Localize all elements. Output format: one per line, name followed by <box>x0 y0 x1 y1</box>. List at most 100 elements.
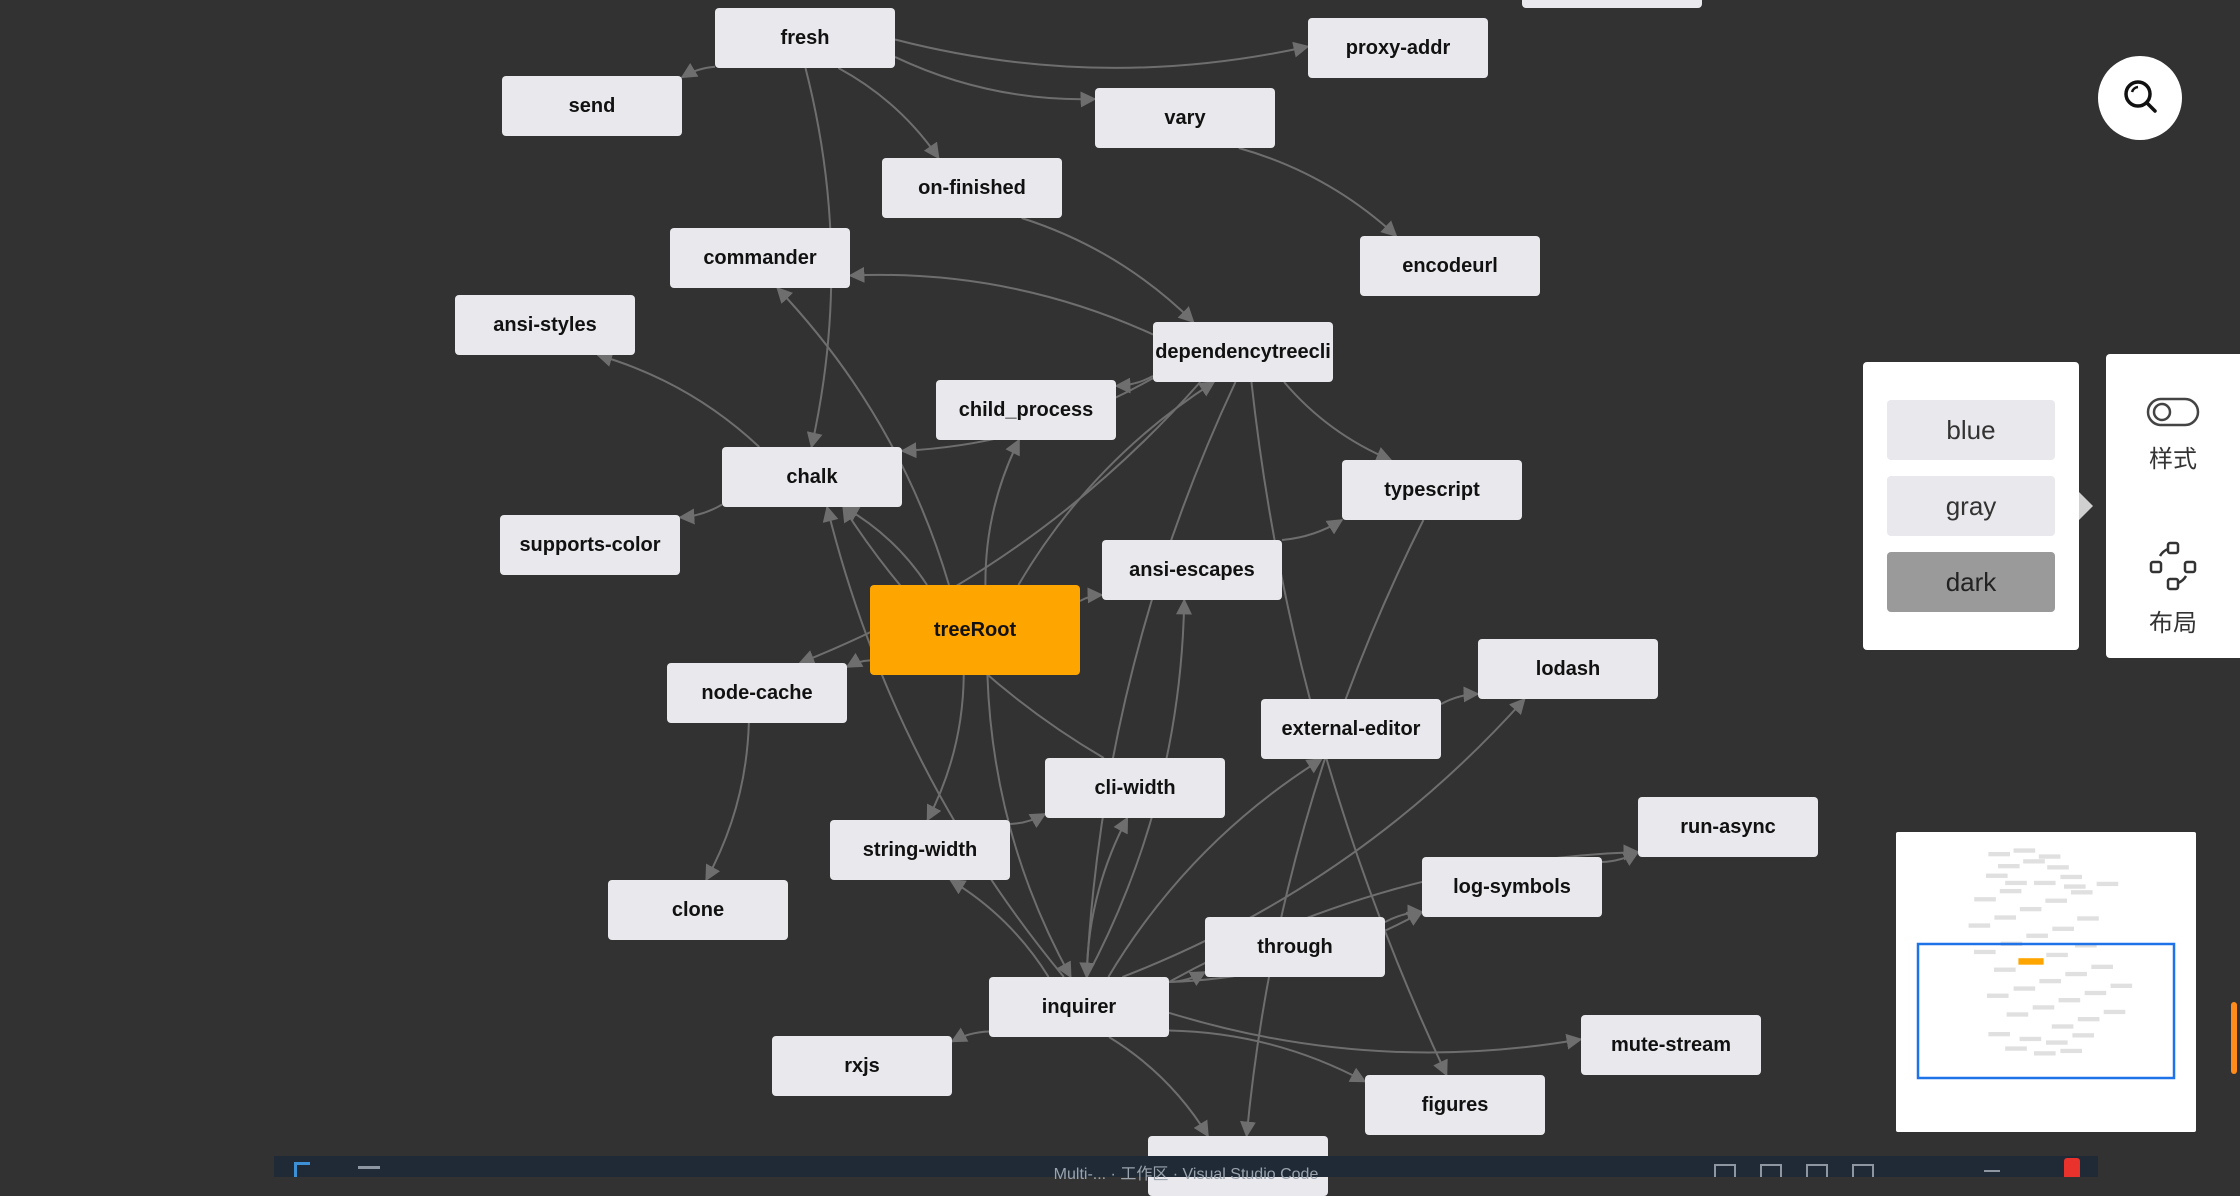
minimap-node <box>2110 983 2133 988</box>
minimap-node <box>1988 1032 2010 1037</box>
minimap-node <box>2077 1017 2100 1022</box>
graph-node-supports-color[interactable]: supports-color <box>500 515 680 575</box>
side-toolbar: 样式 布局 <box>2106 354 2240 658</box>
taskbar: Multi-... · 工作区 · Visual Studio Code <box>274 1156 2098 1183</box>
graph-edge-treeRoot-to-node-cache <box>845 652 871 668</box>
minimap-node <box>2045 898 2067 903</box>
graph-node-inquirer[interactable]: inquirer <box>989 977 1169 1037</box>
minimap-node <box>2051 1024 2074 1029</box>
graph-node-proxy-addr[interactable]: proxy-addr <box>1308 18 1488 78</box>
layout-panel-icon[interactable] <box>1760 1164 1782 1177</box>
minimap-node <box>2019 906 2042 912</box>
search-icon <box>2120 76 2160 121</box>
minimap-node <box>2013 848 2036 853</box>
graph-edge-fresh-to-vary <box>894 56 1097 108</box>
minimap-node <box>2060 874 2082 880</box>
graph-node-log-symbols[interactable]: log-symbols <box>1422 857 1602 917</box>
graph-node-string-width[interactable]: string-width <box>830 820 1010 880</box>
graph-edge-fresh-to-proxy-addr <box>894 38 1310 69</box>
minimap-node <box>2005 880 2027 886</box>
notification-icon[interactable] <box>2064 1158 2080 1177</box>
minimap-node <box>2005 1046 2027 1051</box>
minimap-node <box>1999 888 2022 894</box>
minimap-node <box>2034 1051 2056 1056</box>
theme-option-dark[interactable]: dark <box>1887 552 2055 612</box>
graph-node-child_process[interactable]: child_process <box>936 380 1116 440</box>
minimap-node <box>1994 915 2016 920</box>
graph-edge-ansi-escapes-to-typescript <box>1281 519 1344 541</box>
minimap-node <box>1988 852 2010 857</box>
layout-split-icon[interactable] <box>1806 1164 1828 1177</box>
minimap-node <box>2052 926 2074 931</box>
graph-node-figures[interactable]: figures <box>1365 1075 1545 1135</box>
graph-edge-inquirer-to-partial-bottom <box>1108 1036 1209 1138</box>
minimap-node <box>1974 949 1996 955</box>
graph-node-partial-top[interactable] <box>1522 0 1702 8</box>
graph-edge-chalk-to-supports-color <box>678 503 723 525</box>
graph-node-vary[interactable]: vary <box>1095 88 1275 148</box>
graph-edge-external-editor-to-lodash <box>1440 686 1480 705</box>
minimap-node <box>2060 1048 2082 1054</box>
graph-edge-vary-to-encodeurl <box>1238 147 1398 238</box>
graph-node-lodash[interactable]: lodash <box>1478 639 1658 699</box>
graph-node-on-finished[interactable]: on-finished <box>882 158 1062 218</box>
graph-node-external-editor[interactable]: external-editor <box>1261 699 1441 759</box>
minimap-node <box>2072 1033 2094 1038</box>
graph-node-through[interactable]: through <box>1205 917 1385 977</box>
graph-edge-dependencytreecli-to-typescript <box>1283 381 1393 462</box>
search-button[interactable] <box>2098 56 2182 140</box>
graph-node-node-cache[interactable]: node-cache <box>667 663 847 723</box>
minimap-node <box>2023 859 2045 864</box>
graph-edge-on-finished-to-dependencytreecli <box>1021 217 1195 324</box>
minimap-node <box>2065 971 2087 977</box>
graph-edge-inquirer-to-mute-stream <box>1168 1011 1583 1054</box>
toggle-icon <box>2146 396 2200 433</box>
graph-node-run-async[interactable]: run-async <box>1638 797 1818 857</box>
graph-edge-fresh-to-on-finished <box>837 67 940 160</box>
graph-node-fresh[interactable]: fresh <box>715 8 895 68</box>
graph-node-commander[interactable]: commander <box>670 228 850 288</box>
minimap-node <box>1974 897 1996 902</box>
minimap[interactable] <box>1896 832 2196 1132</box>
graph-edge-treeRoot-to-chalk <box>842 506 928 586</box>
graph-edge-dependencytreecli-to-inquirer <box>1079 381 1237 979</box>
minimap-node <box>2070 890 2093 895</box>
minimap-node <box>1986 993 2009 998</box>
minimap-node <box>2039 978 2061 984</box>
minimap-node <box>2058 998 2081 1003</box>
minimap-canvas <box>1916 848 2176 1080</box>
graph-edge-typescript-to-partial-bottom <box>1240 519 1425 1138</box>
minimize-icon[interactable] <box>1984 1170 2000 1172</box>
graph-node-mute-stream[interactable]: mute-stream <box>1581 1015 1761 1075</box>
graph-node-clone[interactable]: clone <box>608 880 788 940</box>
minimap-node <box>2103 1009 2126 1015</box>
graph-edge-node-cache-to-clone <box>705 722 750 882</box>
layout-sidebar-icon[interactable] <box>1714 1164 1736 1177</box>
theme-option-gray[interactable]: gray <box>1887 476 2055 536</box>
graph-node-send[interactable]: send <box>502 76 682 136</box>
minimap-node <box>2019 1036 2042 1042</box>
graph-edge-fresh-to-send <box>680 62 716 79</box>
layout-grid-icon[interactable] <box>1852 1164 1874 1177</box>
style-toggle-button[interactable]: 样式 <box>2106 396 2240 474</box>
graph-edge-treeRoot-to-string-width <box>926 674 965 822</box>
graph-node-encodeurl[interactable]: encodeurl <box>1360 236 1540 296</box>
scrollbar-thumb[interactable] <box>2231 1002 2237 1074</box>
graph-node-rxjs[interactable]: rxjs <box>772 1036 952 1096</box>
minimap-node <box>2038 854 2061 859</box>
minimap-node <box>2013 986 2036 991</box>
graph-edge-treeRoot-to-commander <box>776 286 950 586</box>
theme-panel: blue gray dark <box>1863 362 2093 650</box>
layout-button[interactable]: 布局 <box>2106 540 2240 638</box>
panel-pointer <box>2079 492 2093 520</box>
graph-node-ansi-styles[interactable]: ansi-styles <box>455 295 635 355</box>
graph-node-typescript[interactable]: typescript <box>1342 460 1522 520</box>
graph-edge-dependencytreecli-to-commander <box>848 266 1154 336</box>
graph-node-chalk[interactable]: chalk <box>722 447 902 507</box>
theme-option-blue[interactable]: blue <box>1887 400 2055 460</box>
graph-node-treeRoot[interactable]: treeRoot <box>870 585 1080 675</box>
graph-node-ansi-escapes[interactable]: ansi-escapes <box>1102 540 1282 600</box>
graph-node-dependencytreecli[interactable]: dependencytreecli <box>1153 322 1333 382</box>
graph-node-cli-width[interactable]: cli-width <box>1045 758 1225 818</box>
minimap-viewport[interactable] <box>1916 942 2176 1080</box>
